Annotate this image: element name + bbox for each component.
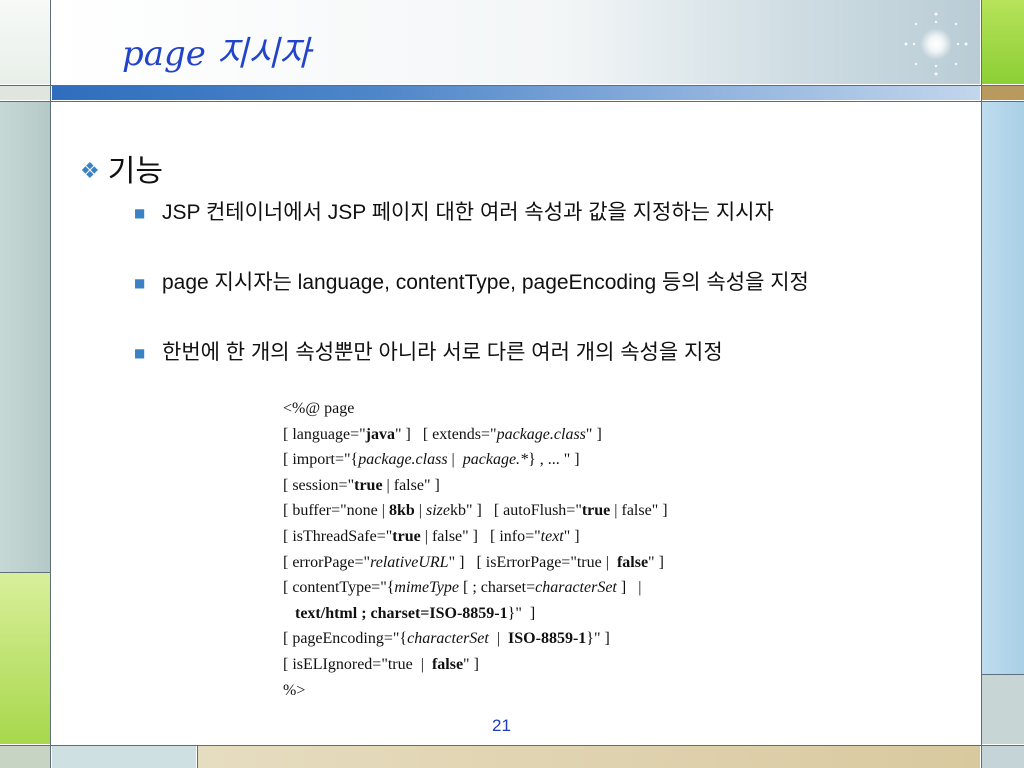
syntax-line: <%@ page: [283, 400, 355, 417]
frame-right-bar: [982, 102, 1024, 674]
syntax-line: [ errorPage="relativeURL" ] [ isErrorPag…: [283, 553, 664, 571]
section-heading: ❖ 기능: [80, 146, 163, 190]
page-directive-syntax: <%@ page [ language="java" ] [ extends="p…: [283, 396, 668, 703]
slide-title: page 지시자: [122, 34, 311, 74]
bullet-item: 한번에 한 개의 속성뿐만 아니라 서로 다른 여러 개의 속성을 지정: [162, 341, 723, 364]
frame-divider: [50, 0, 51, 768]
syntax-line: [ isThreadSafe="true | false" ] [ info="…: [283, 527, 580, 545]
syntax-line: [ import="{package.class | package.*} , …: [283, 451, 580, 469]
section-heading-label: 기능: [107, 154, 163, 189]
bullet-item: page 지시자는 language, contentType, pageEnc…: [162, 271, 809, 294]
syntax-line: %>: [283, 681, 306, 699]
frame-stripe-left: [0, 86, 50, 100]
sparkle-icon: [904, 12, 968, 76]
frame-bottom-mid-left: [52, 746, 196, 768]
frame-left-bar-green: [0, 572, 50, 744]
frame-top-right-block: [982, 0, 1024, 84]
syntax-line: [ contentType="{mimeType [ ; charset=cha…: [283, 579, 642, 597]
square-bullet-icon: ■: [134, 346, 146, 360]
syntax-line: [ isELIgnored="true | false" ]: [283, 655, 479, 673]
diamond-cluster-icon: ❖: [80, 159, 100, 184]
frame-divider: [197, 745, 198, 768]
frame-stripe-right: [982, 86, 1024, 100]
title-stripe: [52, 86, 980, 100]
syntax-line: text/html ; charset=ISO-8859-1}" ]: [295, 604, 536, 622]
frame-right-bar-lower: [982, 674, 1024, 744]
frame-top-left-block: [0, 0, 50, 84]
syntax-line: [ pageEncoding="{characterSet | ISO-8859…: [283, 630, 610, 648]
frame-divider: [0, 745, 1024, 746]
frame-divider: [0, 572, 51, 573]
bullet-item: JSP 컨테이너에서 JSP 페이지 대한 여러 속성과 값을 지정하는 지시자: [162, 201, 774, 224]
frame-bottom-right: [982, 746, 1024, 768]
square-bullet-icon: ■: [134, 206, 146, 220]
syntax-line: [ buffer="none | 8kb | sizekb" ] [ autoF…: [283, 502, 668, 520]
page-number: 21: [492, 716, 511, 735]
frame-divider: [981, 0, 982, 768]
syntax-line: [ session="true | false" ]: [283, 476, 440, 494]
frame-left-bar: [0, 102, 50, 572]
frame-divider: [981, 674, 1024, 675]
square-bullet-icon: ■: [134, 276, 146, 290]
frame-divider: [0, 85, 1024, 86]
frame-bottom-bar: [198, 746, 980, 768]
frame-divider: [0, 101, 1024, 102]
syntax-line: [ language="java" ] [ extends="package.c…: [283, 425, 602, 443]
frame-bottom-left: [0, 746, 50, 768]
